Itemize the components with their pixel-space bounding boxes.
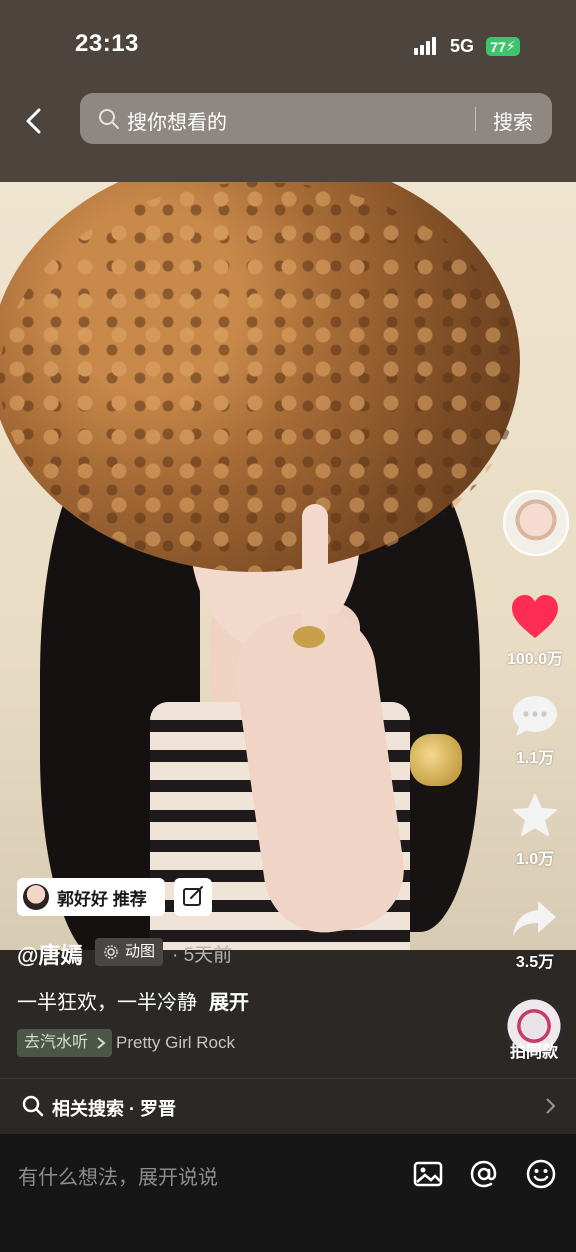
author-name[interactable]: @唐嫣 [17,938,82,970]
animated-badge: 动图 [95,938,164,966]
signal-icon [414,37,440,55]
live-photo-icon [104,945,118,959]
edit-icon [183,886,203,906]
author-avatar[interactable] [503,490,569,556]
comment-icon [513,696,557,736]
search-icon [99,109,119,129]
search-box[interactable]: 搜你想看的 搜索 [80,93,552,144]
network-label: 5G [450,36,475,56]
like-count: 100.0万 [506,651,564,668]
comment-bar: 有什么想法，展开说说 [0,1134,576,1252]
bracelet-shape [410,734,462,786]
post-description: 一半狂欢，一半冷静 展开 [17,986,249,1015]
heart-icon [512,595,558,638]
post-image[interactable] [0,182,576,950]
comment-input[interactable]: 有什么想法，展开说说 [18,1161,218,1190]
curl-texture [0,182,520,572]
image-icon[interactable] [412,1158,444,1190]
search-divider [475,107,476,131]
like-button[interactable]: 100.0万 [502,594,568,669]
share-count: 3.5万 [515,954,555,971]
avatar [23,884,49,910]
top-bar: 搜你想看的 搜索 [0,88,576,182]
comment-button[interactable]: 1.1万 [502,693,568,768]
star-icon [513,794,557,836]
ring-shape [293,626,325,648]
favorite-button[interactable]: 1.0万 [502,792,568,869]
song-title[interactable]: Pretty Girl Rock [116,1033,235,1053]
edit-button[interactable] [174,878,212,916]
search-button[interactable]: 搜索 [493,106,533,135]
same-style-label[interactable]: 拍同款 [502,1038,566,1062]
status-bar: 23:13 5G 77 ⚡ [0,0,576,88]
back-arrow-icon[interactable] [20,106,50,136]
comment-count: 1.1万 [515,750,555,767]
expand-link[interactable]: 展开 [209,992,249,1014]
related-search-text: 相关搜索 · 罗晋 [52,1099,176,1119]
chevron-right-icon [546,1098,556,1114]
music-tag[interactable]: 去汽水听 [17,1029,113,1057]
music-tag-label: 去汽水听 [24,1034,89,1051]
emoji-icon[interactable] [525,1158,557,1190]
status-time: 23:13 [75,30,139,57]
share-icon [513,901,556,936]
description-text: 一半狂欢，一半冷静 [17,992,197,1014]
search-icon [22,1095,44,1117]
post-time: · 5天前 [172,945,233,966]
recommend-label: 郭好好 推荐 [57,889,147,909]
battery-level: 77 [490,38,506,55]
battery-icon: 77 ⚡ [486,37,520,56]
recommend-chip[interactable]: 郭好好 推荐 [17,878,165,916]
search-input[interactable]: 搜你想看的 [127,106,227,135]
mention-icon[interactable] [468,1158,500,1190]
related-search[interactable]: 相关搜索 · 罗晋 [0,1078,576,1135]
chevron-right-icon [97,1037,106,1049]
finger-shape [302,504,328,634]
favorite-count: 1.0万 [515,851,555,868]
share-button[interactable]: 3.5万 [502,893,568,972]
badge-label: 动图 [125,943,156,960]
